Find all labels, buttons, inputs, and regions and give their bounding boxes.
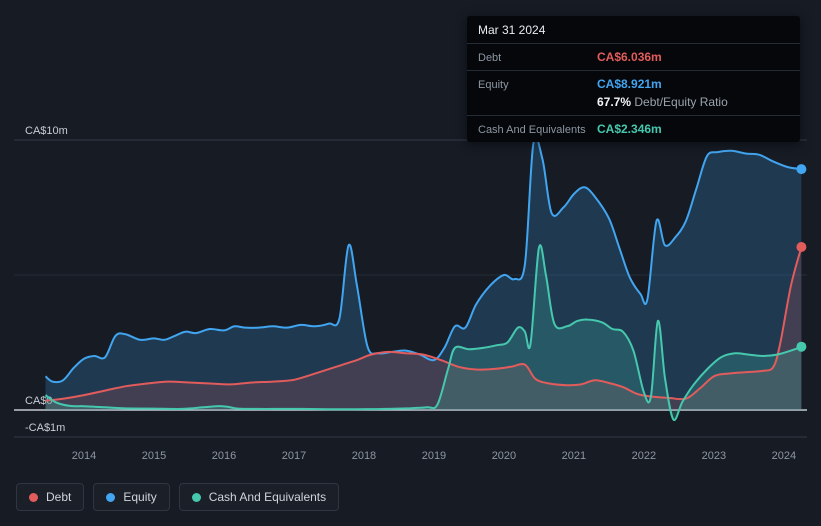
equity-endpoint-dot [796, 164, 807, 175]
y-tick-label: -CA$1m [25, 422, 65, 434]
x-tick-label: 2024 [772, 450, 796, 462]
legend-equity-label: Equity [123, 490, 157, 504]
x-tick-label: 2020 [492, 450, 516, 462]
tooltip-date: Mar 31 2024 [467, 16, 800, 44]
tooltip-equity-label: Equity [478, 79, 509, 91]
x-tick-label: 2015 [142, 450, 166, 462]
x-tick-label: 2022 [632, 450, 656, 462]
legend-cash-label: Cash And Equivalents [208, 490, 327, 504]
x-tick-label: 2019 [422, 450, 446, 462]
chart-tooltip: Mar 31 2024 Debt CA$6.036m Equity CA$8.9… [467, 16, 800, 142]
y-tick-label: CA$10m [25, 125, 68, 137]
cash-and-equivalents-endpoint-dot [796, 341, 807, 352]
equity-dot-icon [106, 492, 116, 502]
tooltip-ratio-value: 67.7% [597, 95, 632, 109]
tooltip-cash-label: Cash And Equivalents [478, 124, 586, 136]
chart-legend: Debt Equity Cash And Equivalents [16, 483, 340, 511]
tooltip-cash-value: CA$2.346m [597, 122, 662, 136]
x-tick-label: 2018 [352, 450, 376, 462]
cash-dot-icon [191, 492, 201, 502]
debt-endpoint-dot [796, 242, 807, 252]
x-tick-label: 2014 [72, 450, 96, 462]
tooltip-ratio-label: Debt/Equity Ratio [634, 95, 728, 109]
tooltip-debt-label: Debt [478, 52, 502, 64]
tooltip-ratio: 67.7% Debt/Equity Ratio [597, 95, 728, 109]
tooltip-equity-value: CA$8.921m [597, 77, 662, 91]
legend-item-debt[interactable]: Debt [16, 483, 85, 511]
x-tick-label: 2021 [562, 450, 586, 462]
x-tick-label: 2017 [282, 450, 306, 462]
x-tick-label: 2016 [212, 450, 236, 462]
x-tick-label: 2023 [702, 450, 726, 462]
legend-item-cash[interactable]: Cash And Equivalents [178, 483, 340, 511]
debt-dot-icon [29, 492, 38, 502]
legend-item-equity[interactable]: Equity [93, 483, 170, 511]
legend-debt-label: Debt [46, 490, 72, 504]
tooltip-debt-value: CA$6.036m [597, 50, 662, 64]
